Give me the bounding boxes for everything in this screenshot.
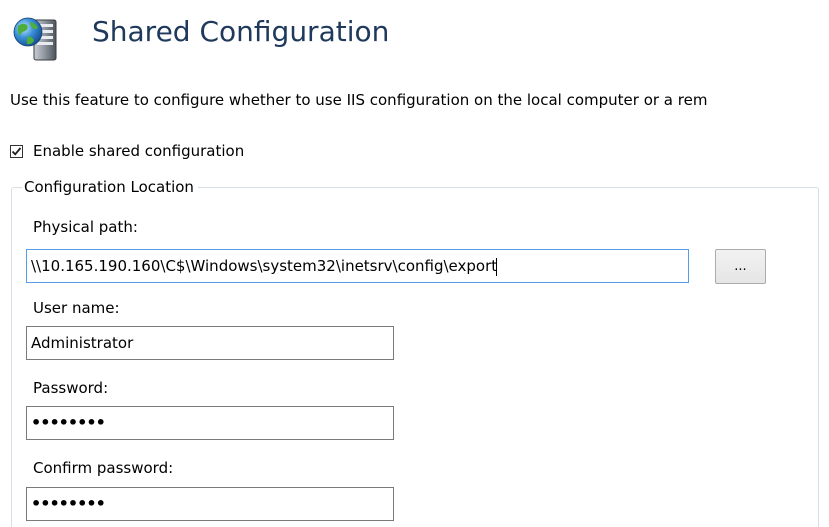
configuration-location-legend: Configuration Location	[22, 176, 198, 198]
feature-description: Use this feature to configure whether to…	[10, 91, 708, 109]
enable-shared-configuration-label: Enable shared configuration	[33, 142, 245, 160]
browse-path-button[interactable]: ...	[715, 249, 766, 284]
password-input[interactable]: ••••••••	[26, 406, 394, 440]
checkmark-icon	[11, 146, 22, 156]
password-label: Password:	[33, 379, 109, 397]
password-value: ••••••••	[31, 413, 106, 432]
confirm-password-value: ••••••••	[31, 494, 106, 513]
physical-path-label: Physical path:	[33, 218, 138, 236]
page-title: Shared Configuration	[92, 15, 390, 48]
globe-server-icon	[8, 14, 74, 66]
shared-configuration-page: Shared Configuration Use this feature to…	[0, 0, 829, 527]
user-name-label: User name:	[33, 299, 120, 317]
enable-shared-configuration-checkbox[interactable]	[10, 144, 23, 158]
physical-path-input[interactable]: \\10.165.190.160\C$\Windows\system32\ine…	[26, 249, 689, 283]
confirm-password-input[interactable]: ••••••••	[26, 487, 394, 521]
physical-path-value: \\10.165.190.160\C$\Windows\system32\ine…	[31, 257, 498, 275]
user-name-value: Administrator	[31, 334, 134, 352]
confirm-password-label: Confirm password:	[33, 459, 174, 477]
enable-shared-configuration-row[interactable]: Enable shared configuration	[10, 140, 244, 162]
user-name-input[interactable]: Administrator	[26, 326, 394, 360]
text-caret	[496, 257, 498, 276]
